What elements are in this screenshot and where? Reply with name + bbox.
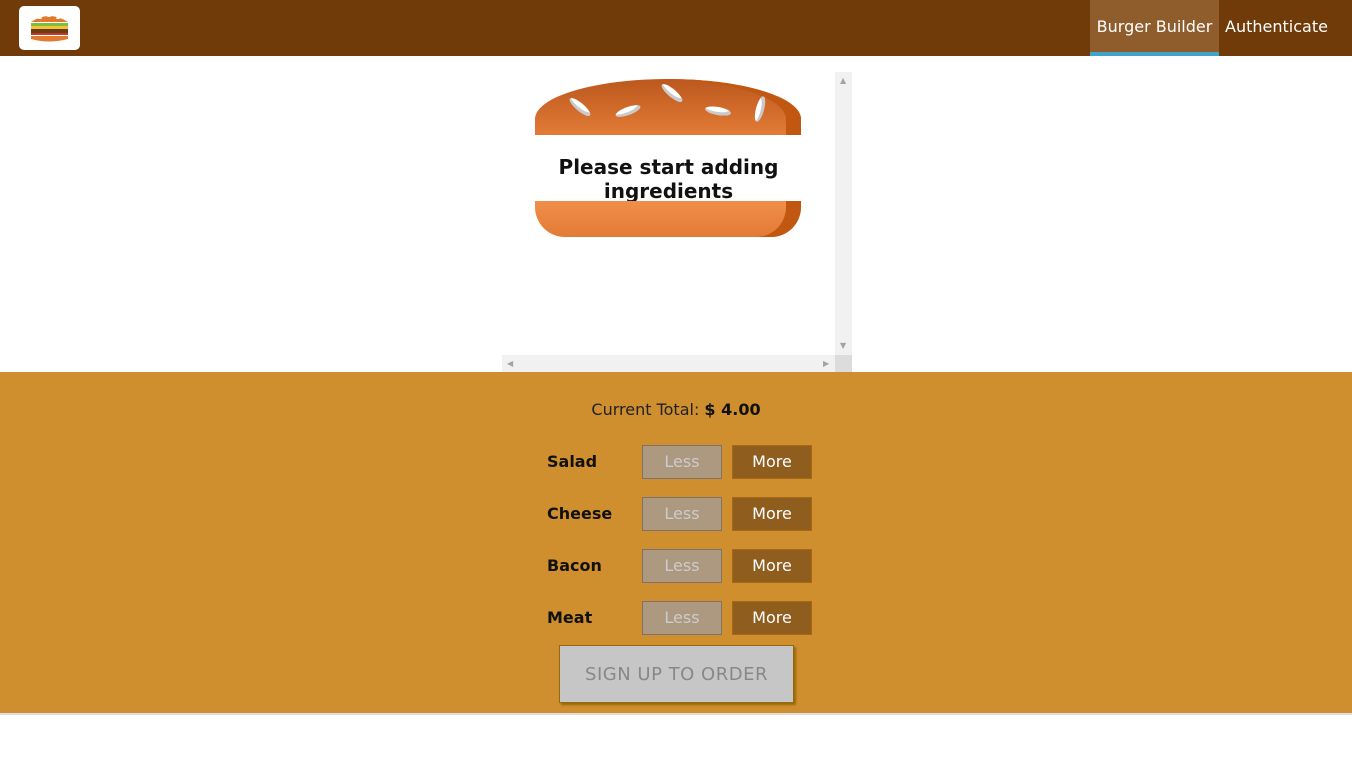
burger-logo-icon	[31, 15, 68, 42]
sign-up-to-order-button[interactable]: SIGN UP TO ORDER	[559, 645, 794, 703]
seed	[659, 81, 685, 105]
less-bacon-button[interactable]: Less	[642, 549, 722, 583]
ingredient-label-cheese: Cheese	[547, 504, 613, 523]
scroll-up-icon[interactable]: ▲	[840, 77, 846, 85]
burger-logo[interactable]	[19, 6, 80, 50]
more-meat-button[interactable]: More	[732, 601, 812, 635]
control-meat: Meat Less More	[547, 601, 813, 635]
build-controls: Current Total: $ 4.00 Salad Less More Ch…	[0, 372, 1352, 715]
empty-burger-message: Please start adding ingredients	[558, 155, 779, 203]
seed	[704, 104, 732, 118]
bread-top	[535, 79, 801, 135]
seed	[752, 95, 768, 123]
control-cheese: Cheese Less More	[547, 497, 813, 531]
scrollbar-corner	[835, 355, 852, 372]
total-price: $ 4.00	[704, 400, 761, 419]
more-cheese-button[interactable]: More	[732, 497, 812, 531]
horizontal-scrollbar[interactable]: ◀ ▶	[502, 355, 835, 372]
nav-authenticate[interactable]: Authenticate	[1219, 0, 1334, 56]
more-bacon-button[interactable]: More	[732, 549, 812, 583]
current-total: Current Total: $ 4.00	[0, 400, 1352, 419]
burger-preview[interactable]: Please start adding ingredients ▲ ▼ ◀ ▶	[502, 72, 852, 372]
toolbar: Burger Builder Authenticate	[0, 0, 1352, 56]
less-cheese-button[interactable]: Less	[642, 497, 722, 531]
ingredient-label-salad: Salad	[547, 452, 598, 471]
scroll-down-icon[interactable]: ▼	[840, 342, 846, 350]
bread-bottom	[535, 201, 801, 237]
ingredient-label-bacon: Bacon	[547, 556, 602, 575]
scroll-left-icon[interactable]: ◀	[507, 360, 513, 368]
seed	[567, 95, 593, 119]
control-bacon: Bacon Less More	[547, 549, 813, 583]
total-label: Current Total:	[591, 400, 700, 419]
vertical-scrollbar[interactable]: ▲ ▼	[835, 72, 852, 355]
less-meat-button[interactable]: Less	[642, 601, 722, 635]
more-salad-button[interactable]: More	[732, 445, 812, 479]
control-salad: Salad Less More	[547, 445, 813, 479]
less-salad-button[interactable]: Less	[642, 445, 722, 479]
nav-burger-builder[interactable]: Burger Builder	[1090, 0, 1219, 56]
seed	[614, 102, 642, 120]
scroll-right-icon[interactable]: ▶	[823, 360, 829, 368]
ingredient-label-meat: Meat	[547, 608, 593, 627]
